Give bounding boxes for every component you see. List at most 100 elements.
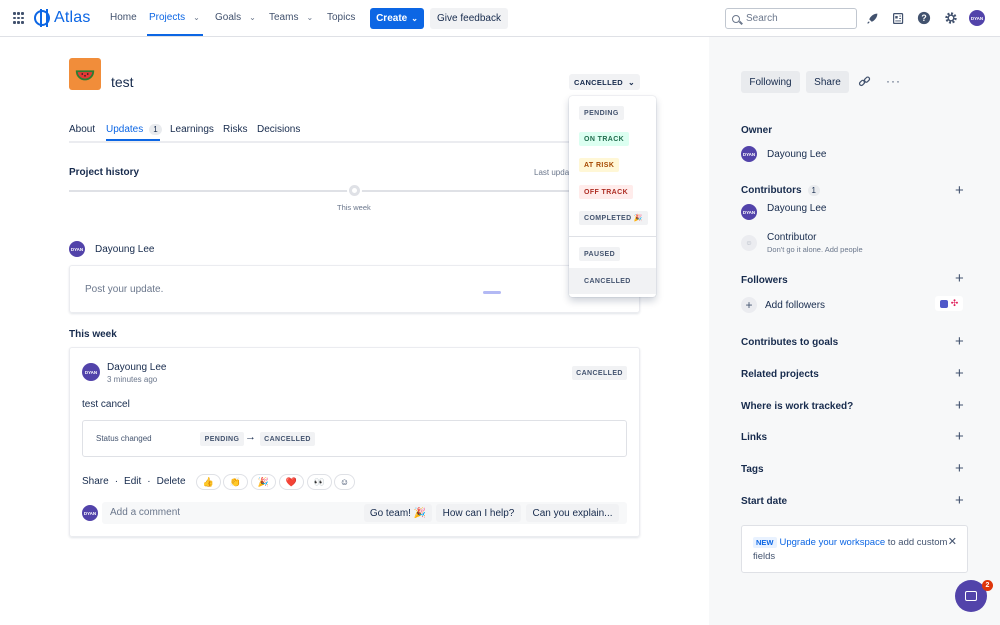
add-contributor-placeholder[interactable]: ☺ Contributor Don't go it alone. Add peo… [741, 232, 863, 254]
add-link-plus-icon[interactable]: + [955, 429, 964, 444]
tab-decisions[interactable]: Decisions [257, 124, 300, 135]
add-follower-plus-icon[interactable]: + [955, 271, 964, 286]
update-author-avatar[interactable]: DYAN [82, 363, 100, 381]
count-badge: 1 [807, 185, 820, 196]
give-feedback-button[interactable]: Give feedback [430, 8, 508, 29]
history-marker[interactable] [347, 183, 362, 198]
status-option-paused[interactable]: PAUSED [579, 247, 621, 261]
nav-projects[interactable]: Projects ⌄ [149, 12, 200, 23]
avatar: DYAN [82, 505, 98, 521]
tab-risks[interactable]: Risks [223, 124, 247, 135]
create-button[interactable]: Create ⌄ [370, 8, 424, 29]
ghost-avatar-icon: ☺ [741, 235, 757, 251]
nav-goals[interactable]: Goals ⌄ [215, 12, 256, 23]
tab-learnings[interactable]: Learnings [170, 124, 214, 135]
history-timeline [69, 190, 569, 192]
status-change-box [82, 420, 627, 457]
add-related-project-plus-icon[interactable]: + [955, 366, 964, 381]
add-goal-plus-icon[interactable]: + [955, 334, 964, 349]
quick-reply-go-team[interactable]: Go team! 🎉 [364, 504, 432, 522]
add-start-date-plus-icon[interactable]: + [955, 493, 964, 508]
owner-title: Owner [741, 125, 773, 136]
this-week-title: This week [69, 329, 117, 340]
status-label: CANCELLED [574, 77, 623, 87]
plus-icon: + [741, 297, 757, 313]
menu-separator [569, 236, 656, 237]
watermelon-icon [75, 70, 95, 81]
logo-text: Atlas [54, 9, 91, 26]
status-option-pending[interactable]: PENDING [579, 106, 624, 120]
post-author-name: Dayoung Lee [95, 243, 155, 255]
reaction-clap[interactable]: 👏 [223, 474, 248, 490]
add-followers-row[interactable]: + Add followers [741, 297, 825, 313]
edit-action[interactable]: Edit [124, 476, 141, 487]
last-update-label: Last upda [534, 168, 570, 177]
share-button[interactable]: Share [806, 71, 849, 93]
owner-row[interactable]: DYAN Dayoung Lee [741, 146, 827, 162]
link-icon[interactable] [858, 75, 871, 91]
contributes-to-goals-title: Contributes to goals [741, 337, 839, 348]
status-option-cancelled[interactable]: CANCELLED [579, 274, 636, 288]
avatar-initials: DYAN [969, 10, 985, 26]
tab-updates[interactable]: Updates 1 [106, 124, 162, 135]
related-projects-title: Related projects [741, 369, 819, 380]
upgrade-card: NEW Upgrade your workspace to add custom … [741, 525, 968, 573]
status-option-completed[interactable]: COMPLETED 🎉 [579, 211, 649, 225]
nav-teams[interactable]: Teams ⌄ [269, 12, 313, 23]
help-icon[interactable]: ? [916, 10, 932, 26]
tab-about[interactable]: About [69, 124, 95, 135]
update-body: test cancel [82, 399, 130, 410]
slack-icon: ✣ [950, 298, 959, 308]
rocket-icon[interactable] [864, 10, 880, 26]
nav-home[interactable]: Home [110, 12, 137, 23]
integrations-badge[interactable]: ✣ [935, 296, 963, 311]
reaction-thumbs-up[interactable]: 👍 [196, 474, 221, 490]
add-reaction-icon[interactable]: ☺ [334, 474, 355, 490]
update-author-name[interactable]: Dayoung Lee [107, 362, 167, 373]
status-dropdown-button[interactable]: CANCELLED ⌄ [569, 74, 640, 90]
update-actions: Share · Edit · Delete [82, 476, 186, 487]
update-timestamp: 3 minutes ago [107, 375, 158, 384]
user-avatar[interactable]: DYAN [969, 10, 985, 26]
loading-indicator [483, 291, 501, 294]
more-options-icon[interactable]: ··· [886, 74, 901, 88]
reaction-party[interactable]: 🎉 [251, 474, 276, 490]
contributor-row[interactable]: DYAN Dayoung Lee [741, 202, 827, 220]
search-placeholder: Search [746, 13, 778, 24]
project-title[interactable]: test [111, 74, 134, 90]
update-status-badge: CANCELLED [572, 366, 627, 380]
quick-reply-explain[interactable]: Can you explain... [526, 504, 619, 522]
commenter-avatar: DYAN [82, 505, 98, 521]
status-dropdown-menu: PENDING ON TRACK AT RISK OFF TRACK COMPL… [569, 96, 656, 297]
app-switcher-icon[interactable] [13, 12, 25, 24]
nav-topics[interactable]: Topics [327, 12, 355, 23]
quick-reply-help[interactable]: How can I help? [436, 504, 521, 522]
reaction-heart[interactable]: ❤️ [279, 474, 304, 490]
tags-title: Tags [741, 464, 764, 475]
add-work-tracked-plus-icon[interactable]: + [955, 398, 964, 413]
project-icon[interactable] [69, 58, 101, 90]
status-option-on-track[interactable]: ON TRACK [579, 132, 630, 146]
status-option-at-risk[interactable]: AT RISK [579, 158, 620, 172]
delete-action[interactable]: Delete [157, 476, 186, 487]
contributor-name: Dayoung Lee [767, 202, 827, 214]
start-date-title: Start date [741, 496, 788, 507]
status-option-off-track[interactable]: OFF TRACK [579, 185, 634, 199]
upgrade-link[interactable]: Upgrade your workspace [780, 537, 886, 548]
news-icon[interactable] [890, 10, 906, 26]
contributor-hint: Don't go it alone. Add people [767, 245, 863, 254]
atlas-logo[interactable]: Atlas [34, 9, 91, 27]
search-input[interactable]: Search [725, 8, 857, 29]
add-followers-label: Add followers [765, 299, 826, 311]
close-icon[interactable]: ✕ [948, 535, 957, 549]
gear-icon[interactable] [943, 10, 959, 26]
avatar: DYAN [741, 204, 757, 220]
following-button[interactable]: Following [741, 71, 800, 93]
add-tag-plus-icon[interactable]: + [955, 461, 964, 476]
comment-placeholder: Add a comment [110, 507, 181, 518]
svg-text:?: ? [921, 13, 926, 23]
reaction-eyes[interactable]: 👀 [307, 474, 332, 490]
add-contributor-plus-icon[interactable]: + [955, 183, 964, 198]
share-action[interactable]: Share [82, 476, 109, 487]
separator-dot: · [114, 476, 119, 487]
